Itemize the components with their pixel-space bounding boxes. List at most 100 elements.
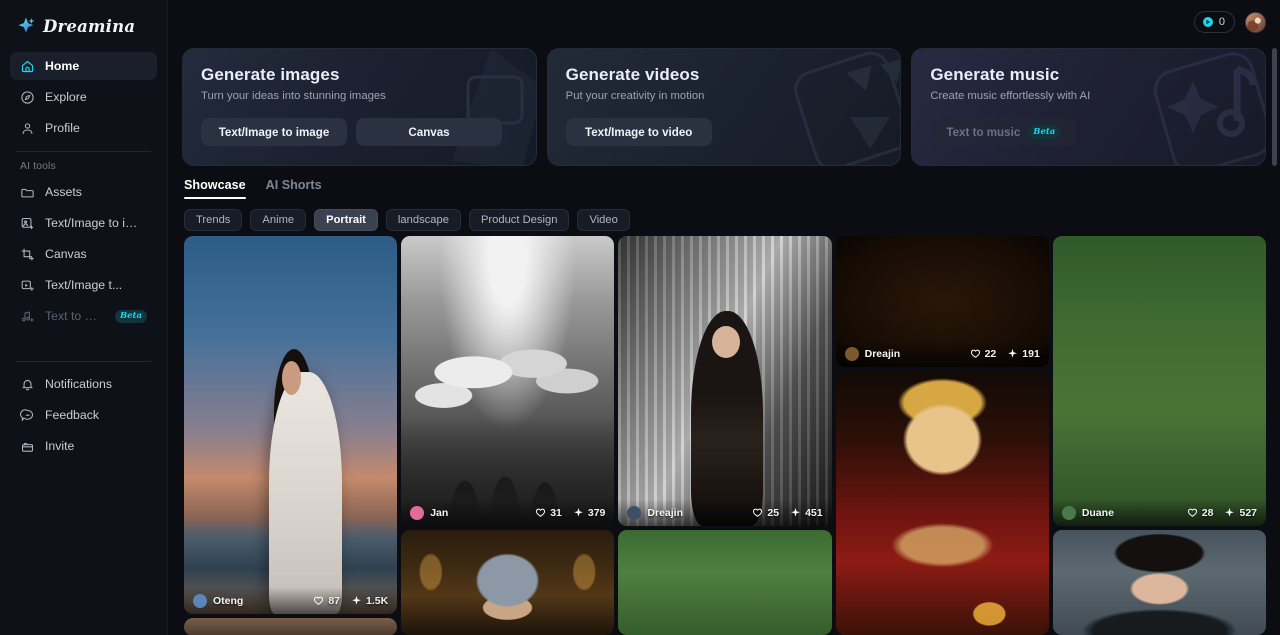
gallery-card[interactable]: Oteng 87 1.5K (184, 236, 398, 614)
sidebar-item-text-to-music: Text to music Beta (10, 302, 157, 330)
credit-coin-icon (1202, 17, 1213, 27)
sidebar: Dreamina Home Explore Profile AI tools A… (0, 0, 168, 635)
sidebar-divider-bottom (16, 361, 151, 362)
spark-stat[interactable]: 379 (573, 506, 606, 519)
sidebar-bottom-group: Notifications Feedback Invite (10, 352, 157, 463)
gallery-card-overlay: Dreajin 25 451 (618, 499, 832, 526)
author-avatar (1061, 505, 1076, 520)
gallery-card[interactable] (618, 530, 832, 635)
filter-chips: Trends Anime Portrait landscape Product … (168, 199, 1280, 231)
gallery-card[interactable] (835, 371, 1049, 635)
gallery-thumbnail (1052, 236, 1267, 526)
chip-portrait[interactable]: Portrait (314, 209, 378, 231)
author-name: Dreajin (864, 347, 901, 360)
gallery-thumbnail (618, 236, 832, 526)
hero-card-generate-images[interactable]: Generate images Turn your ideas into stu… (182, 48, 537, 166)
hero-title: Generate music (930, 65, 1060, 84)
text-image-to-video-button[interactable]: Text/Image to video (565, 118, 712, 146)
text-image-to-image-button[interactable]: Text/Image to image (201, 118, 347, 146)
bell-icon (22, 379, 33, 390)
user-icon (22, 122, 33, 134)
gallery-card-author[interactable]: Duane (1061, 505, 1114, 520)
hero-subtitle: Put your creativity in motion (565, 90, 705, 102)
sidebar-divider-top (16, 151, 151, 152)
image-plus-icon (21, 217, 34, 229)
heart-icon (1187, 507, 1198, 518)
avatar[interactable] (1245, 11, 1266, 33)
gallery-card[interactable]: Dreajin 22 191 (835, 236, 1049, 367)
gallery-column: Dreajin 22 191 (835, 236, 1049, 635)
credits-pill[interactable]: 0 (1193, 11, 1235, 33)
video-plus-icon (21, 280, 34, 291)
author-name: Oteng (213, 594, 244, 607)
spark-stat[interactable]: 191 (1007, 348, 1040, 360)
sidebar-item-canvas[interactable]: Canvas (10, 240, 157, 268)
author-name: Dreajin (647, 506, 684, 519)
sidebar-item-label: Feedback (45, 408, 100, 422)
like-stat[interactable]: 25 (752, 507, 779, 519)
sidebar-item-label: Explore (45, 90, 87, 104)
like-stat[interactable]: 28 (1187, 506, 1214, 519)
chip-landscape[interactable]: landscape (385, 209, 461, 231)
spark-stat[interactable]: 451 (790, 507, 823, 519)
hero-card-generate-music[interactable]: Generate music Create music effortlessly… (911, 48, 1267, 166)
canvas-button[interactable]: Canvas (356, 118, 502, 146)
hero-title: Generate videos (565, 65, 700, 84)
author-name: Jan (430, 506, 449, 519)
sidebar-item-home[interactable]: Home (10, 52, 157, 80)
credits-value: 0 (1218, 16, 1225, 28)
like-count: 22 (984, 347, 997, 360)
tab-showcase[interactable]: Showcase (184, 178, 246, 199)
folder-icon (21, 188, 34, 197)
gallery-thumbnail (401, 236, 615, 526)
like-stat[interactable]: 22 (970, 347, 997, 360)
gallery-card-author[interactable]: Jan (410, 505, 449, 520)
gallery-card[interactable] (1052, 530, 1267, 635)
gallery-card[interactable] (184, 618, 398, 635)
gallery-card[interactable] (401, 530, 615, 635)
sidebar-item-text-image-to-video[interactable]: Text/Image t... (10, 271, 157, 299)
gallery-card-stats: 25 451 (752, 507, 823, 519)
sidebar-item-assets[interactable]: Assets (10, 178, 157, 206)
spark-stat[interactable]: 527 (1224, 507, 1257, 519)
like-count: 28 (1201, 506, 1214, 519)
like-stat[interactable]: 31 (535, 507, 562, 519)
hero-buttons: Text/Image to video (565, 118, 883, 146)
author-avatar (410, 505, 425, 520)
sidebar-item-explore[interactable]: Explore (10, 83, 157, 111)
hero-title: Generate images (201, 65, 340, 84)
spark-count: 379 (587, 506, 606, 519)
chip-product-design[interactable]: Product Design (468, 209, 570, 231)
gallery-card-stats: 28 527 (1187, 507, 1257, 519)
like-stat[interactable]: 87 (313, 595, 340, 607)
chip-video[interactable]: Video (577, 209, 630, 231)
heart-icon (970, 348, 981, 359)
tab-ai-shorts[interactable]: AI Shorts (266, 178, 322, 199)
heart-icon (535, 507, 546, 518)
sidebar-item-invite[interactable]: Invite (10, 432, 157, 460)
hero-subtitle: Turn your ideas into stunning images (201, 90, 386, 102)
gallery-card-author[interactable]: Oteng (193, 593, 244, 608)
sidebar-item-feedback[interactable]: Feedback (10, 401, 157, 429)
gallery-card[interactable]: Dreajin 25 451 (618, 236, 832, 526)
gallery-card[interactable]: Jan 31 379 (401, 236, 615, 526)
compass-icon (21, 90, 34, 104)
chip-trends[interactable]: Trends (184, 209, 243, 231)
brand[interactable]: Dreamina (10, 0, 157, 52)
vertical-scrollbar[interactable] (1272, 48, 1277, 166)
sidebar-item-label: Home (45, 59, 80, 73)
gallery-thumbnail (835, 371, 1049, 635)
text-to-music-button: Text to music Beta (930, 118, 1077, 146)
gallery-card-author[interactable]: Dreajin (627, 505, 684, 520)
chip-anime[interactable]: Anime (250, 209, 307, 231)
sidebar-item-profile[interactable]: Profile (10, 114, 157, 142)
sidebar-item-text-image-to-image[interactable]: Text/Image to image (10, 209, 157, 237)
gallery-card[interactable]: Duane 28 527 (1052, 236, 1267, 526)
sidebar-item-notifications[interactable]: Notifications (10, 370, 157, 398)
gallery-card-author[interactable]: Dreajin (844, 346, 901, 361)
hero-card-generate-videos[interactable]: Generate videos Put your creativity in m… (546, 48, 902, 166)
spark-stat[interactable]: 1.5K (351, 595, 388, 607)
sidebar-item-label: Notifications (45, 377, 112, 391)
hero-buttons: Text to music Beta (930, 118, 1247, 146)
spark-icon (351, 595, 362, 606)
